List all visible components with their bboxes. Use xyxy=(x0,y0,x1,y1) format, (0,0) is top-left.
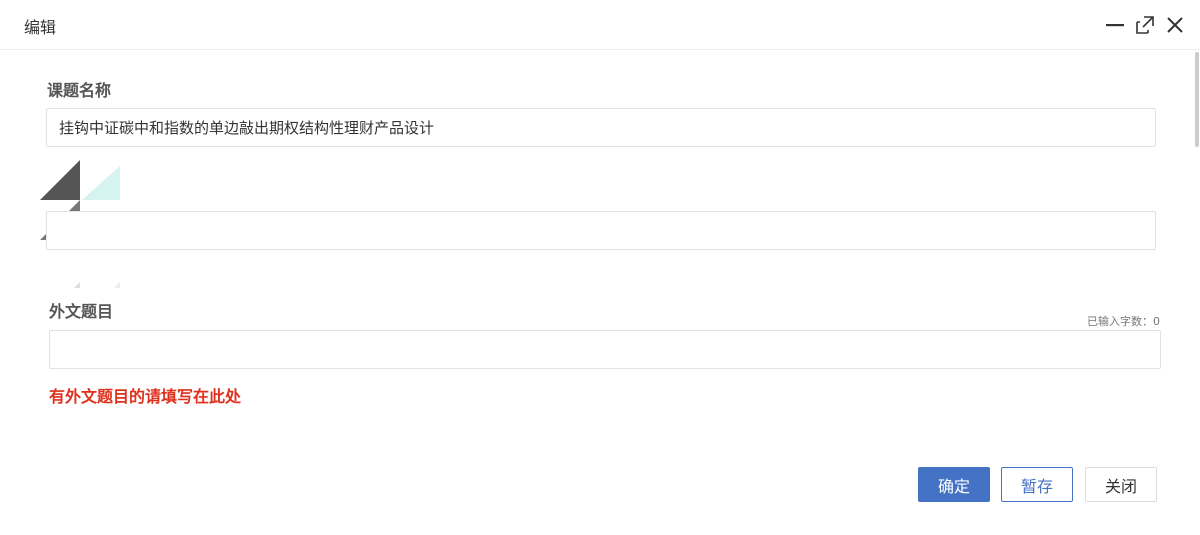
dialog-titlebar: 编辑 xyxy=(0,0,1200,50)
secondary-input[interactable] xyxy=(46,211,1156,250)
foreign-title-hint: 有外文题目的请填写在此处 xyxy=(49,387,242,406)
close-icon[interactable] xyxy=(1164,14,1186,36)
topic-input[interactable] xyxy=(46,108,1156,147)
dialog-title: 编辑 xyxy=(24,18,57,37)
edit-dialog: 编辑 课题名称 挂钩中证碳中和指数的单边敲出期权结构性理财产品设计 外文题目 已… xyxy=(0,0,1200,535)
scrollbar-thumb[interactable] xyxy=(1195,52,1199,147)
foreign-title-label: 外文题目 xyxy=(49,302,114,321)
foreign-title-input[interactable] xyxy=(49,330,1161,369)
topic-label: 课题名称 xyxy=(47,81,112,100)
char-count: 已输入字数：0 xyxy=(1087,315,1160,328)
close-button[interactable]: 关闭 xyxy=(1085,467,1157,502)
confirm-button[interactable]: 确定 xyxy=(918,467,990,502)
maximize-icon[interactable] xyxy=(1134,14,1156,36)
minimize-icon[interactable] xyxy=(1104,14,1126,36)
save-draft-button[interactable]: 暂存 xyxy=(1001,467,1073,502)
